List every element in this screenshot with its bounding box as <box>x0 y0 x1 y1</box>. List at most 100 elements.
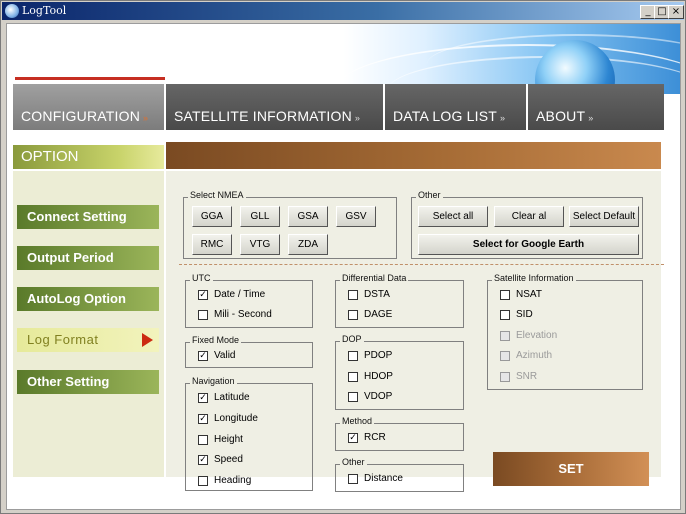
sidebar-item-other-setting[interactable]: Other Setting <box>17 370 159 394</box>
group-label: Select NMEA <box>188 190 246 200</box>
nmea-zda-button[interactable]: ZDA <box>288 234 328 255</box>
checkbox-box <box>198 475 208 486</box>
dsta-checkbox[interactable]: DSTA <box>348 289 390 300</box>
height-checkbox[interactable]: Height <box>198 434 243 445</box>
group-label: Other <box>340 457 367 467</box>
select-default-button[interactable]: Select Default <box>569 206 639 227</box>
tab-satellite-information[interactable]: SATELLITE INFORMATION» <box>166 84 385 130</box>
group-label: Satellite Information <box>492 273 576 283</box>
checkbox-box <box>500 309 510 320</box>
latitude-checkbox[interactable]: ✓ Latitude <box>198 392 250 403</box>
checkbox-box: ✓ <box>198 454 208 465</box>
select-all-button[interactable]: Select all <box>418 206 488 227</box>
active-tab-indicator <box>15 77 165 80</box>
distance-checkbox[interactable]: Distance <box>348 473 403 484</box>
date-time-checkbox[interactable]: ✓ Date / Time <box>198 289 265 300</box>
checkbox-box: ✓ <box>198 350 208 361</box>
checkbox-box <box>500 350 510 361</box>
valid-checkbox[interactable]: ✓ Valid <box>198 350 236 361</box>
set-button[interactable]: SET <box>493 452 649 486</box>
utc-group: UTC ✓ Date / Time Mili - Second <box>185 273 313 328</box>
other-data-group: Other Distance <box>335 457 464 492</box>
group-label: Method <box>340 416 375 426</box>
sidebar-item-autolog-option[interactable]: AutoLog Option <box>17 287 159 311</box>
checkbox-label: Distance <box>364 473 403 484</box>
group-label: Other <box>416 190 443 200</box>
checkbox-box <box>348 473 358 484</box>
checkbox-label: Date / Time <box>214 289 266 300</box>
checkbox-box <box>348 391 358 402</box>
satellite-information-group: Satellite Information NSAT SID Elevation… <box>487 273 643 390</box>
sidebar-item-connect-setting[interactable]: Connect Setting <box>17 205 159 229</box>
tab-label: SATELLITE INFORMATION <box>174 108 352 124</box>
pdop-checkbox[interactable]: PDOP <box>348 350 392 361</box>
snr-checkbox: SNR <box>500 371 537 382</box>
title-bar[interactable]: LogTool _ □ × <box>2 2 684 20</box>
group-label: DOP <box>340 334 364 344</box>
tab-about[interactable]: ABOUT» <box>528 84 664 130</box>
nmea-gll-button[interactable]: GLL <box>240 206 280 227</box>
navigation-group: Navigation ✓ Latitude ✓ Longitude Height ✓… <box>185 376 313 491</box>
hdop-checkbox[interactable]: HDOP <box>348 371 393 382</box>
group-label: Navigation <box>190 376 237 386</box>
method-group: Method ✓ RCR <box>335 416 464 451</box>
checkbox-box <box>198 309 208 320</box>
checkbox-box <box>348 371 358 382</box>
clear-all-button[interactable]: Clear al <box>494 206 564 227</box>
play-arrow-icon <box>142 333 153 347</box>
logtool-window: LogTool _ □ × CONFIGURATION» SATELLITE I… <box>0 0 686 514</box>
nmea-gsa-button[interactable]: GSA <box>288 206 328 227</box>
checkbox-label: SNR <box>516 371 538 382</box>
checkbox-label: DSTA <box>364 289 390 300</box>
dop-group: DOP PDOP HDOP VDOP <box>335 334 464 410</box>
longitude-checkbox[interactable]: ✓ Longitude <box>198 413 258 424</box>
sidebar-item-log-format[interactable]: Log Format <box>17 328 159 352</box>
nsat-checkbox[interactable]: NSAT <box>500 289 542 300</box>
heading-checkbox[interactable]: Heading <box>198 475 251 486</box>
nmea-rmc-button[interactable]: RMC <box>192 234 232 255</box>
nmea-gga-button[interactable]: GGA <box>192 206 232 227</box>
checkbox-label: Heading <box>214 475 252 486</box>
elevation-checkbox: Elevation <box>500 330 557 341</box>
group-label: Differential Data <box>340 273 409 283</box>
checkbox-box <box>500 371 510 382</box>
chevron-right-icon: » <box>354 113 361 123</box>
checkbox-label: HDOP <box>364 371 393 382</box>
tab-label: CONFIGURATION <box>21 108 141 124</box>
mili-second-checkbox[interactable]: Mili - Second <box>198 309 272 320</box>
checkbox-label: Elevation <box>516 330 558 341</box>
main-nav: CONFIGURATION» SATELLITE INFORMATION» DA… <box>13 84 664 130</box>
rcr-checkbox[interactable]: ✓ RCR <box>348 432 386 443</box>
tab-data-log-list[interactable]: DATA LOG LIST» <box>385 84 528 130</box>
nmea-gsv-button[interactable]: GSV <box>336 206 376 227</box>
checkbox-label: NSAT <box>516 289 542 300</box>
checkbox-label: Latitude <box>214 392 250 403</box>
checkbox-label: SID <box>516 309 533 320</box>
sidebar-item-output-period[interactable]: Output Period <box>17 246 159 270</box>
close-button[interactable]: × <box>668 5 684 19</box>
window-title: LogTool <box>22 4 67 17</box>
checkbox-box <box>198 434 208 445</box>
sid-checkbox[interactable]: SID <box>500 309 533 320</box>
checkbox-box <box>348 309 358 320</box>
section-divider <box>179 264 664 265</box>
select-google-earth-button[interactable]: Select for Google Earth <box>418 234 639 255</box>
chevron-right-icon: » <box>143 113 149 123</box>
checkbox-label: VDOP <box>364 391 393 402</box>
section-header-bar <box>166 142 661 169</box>
tab-configuration[interactable]: CONFIGURATION» <box>13 84 166 130</box>
checkbox-label: PDOP <box>364 350 393 361</box>
checkbox-box: ✓ <box>198 413 208 424</box>
select-nmea-group: Select NMEA GGA GLL GSA GSV RMC VTG ZDA <box>183 190 397 259</box>
sidebar: Connect Setting Output Period AutoLog Op… <box>13 171 164 477</box>
chevron-right-icon: » <box>500 113 506 123</box>
option-header: OPTION <box>13 145 164 169</box>
checkbox-box <box>500 289 510 300</box>
checkbox-box <box>500 330 510 341</box>
dage-checkbox[interactable]: DAGE <box>348 309 392 320</box>
checkbox-label: DAGE <box>364 309 393 320</box>
speed-checkbox[interactable]: ✓ Speed <box>198 454 243 465</box>
chevron-right-icon: » <box>588 113 594 123</box>
nmea-vtg-button[interactable]: VTG <box>240 234 280 255</box>
vdop-checkbox[interactable]: VDOP <box>348 391 392 402</box>
